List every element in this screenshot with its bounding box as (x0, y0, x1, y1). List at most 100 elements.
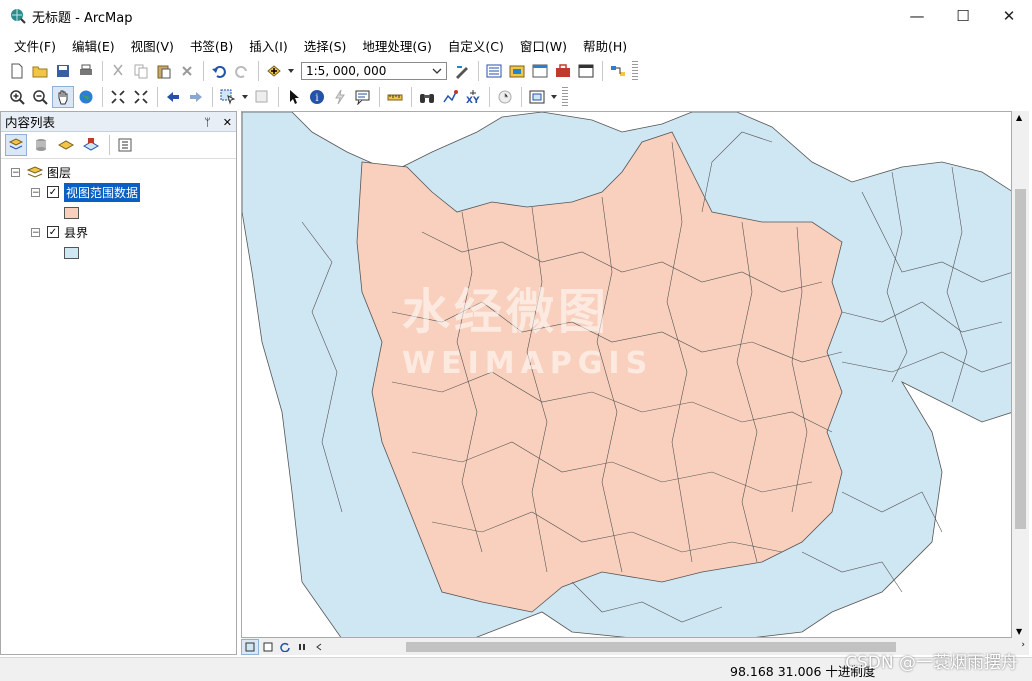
menu-view[interactable]: 视图(V) (123, 36, 182, 55)
toc-title: 内容列表 (5, 115, 56, 130)
toolbar-separator (478, 61, 479, 81)
back-arrow-icon[interactable] (162, 86, 184, 108)
paste-icon[interactable] (153, 60, 175, 82)
python-window-icon[interactable] (575, 60, 597, 82)
create-viewer-window-icon[interactable] (526, 86, 548, 108)
print-icon[interactable] (75, 60, 97, 82)
pin-icon[interactable]: ᛘ (204, 116, 211, 129)
fixed-zoom-in-icon[interactable] (107, 86, 129, 108)
menu-customize[interactable]: 自定义(C) (440, 36, 512, 55)
zoom-out-icon[interactable] (29, 86, 51, 108)
toolbar-grip[interactable] (562, 87, 568, 107)
menu-insert[interactable]: 插入(I) (241, 36, 295, 55)
maximize-button[interactable]: ☐ (940, 0, 986, 32)
collapse-icon[interactable]: − (11, 167, 20, 177)
menu-geoprocessing[interactable]: 地理处理(G) (354, 36, 439, 55)
layer-name-county[interactable]: 县界 (64, 224, 88, 241)
pause-drawing-icon[interactable] (294, 640, 310, 654)
svg-text:XY: XY (466, 96, 480, 105)
svg-text:i: i (315, 93, 318, 104)
list-by-source-icon[interactable] (30, 134, 52, 156)
open-folder-icon[interactable] (29, 60, 51, 82)
chevron-down-icon (432, 68, 442, 74)
select-features-icon[interactable] (217, 86, 239, 108)
search-window-icon[interactable] (529, 60, 551, 82)
refresh-icon[interactable] (277, 640, 293, 654)
scroll-right-icon[interactable]: › (1021, 640, 1025, 650)
full-extent-globe-icon[interactable] (75, 86, 97, 108)
measure-icon[interactable] (384, 86, 406, 108)
arcmap-globe-icon (11, 9, 26, 24)
save-icon[interactable] (52, 60, 74, 82)
time-slider-icon[interactable] (494, 86, 516, 108)
toolbar-separator (109, 135, 110, 155)
toc-header: 内容列表 ᛘ ✕ (1, 112, 236, 132)
cut-icon[interactable] (107, 60, 129, 82)
layer-row-county[interactable]: − ✓ 县界 (31, 223, 88, 241)
editor-toolbar-icon[interactable] (451, 60, 473, 82)
find-binoculars-icon[interactable] (416, 86, 438, 108)
csdn-watermark: CSDN @一蓑烟雨摆舟 (845, 653, 1018, 673)
new-document-icon[interactable] (6, 60, 28, 82)
model-builder-icon[interactable] (607, 60, 629, 82)
table-of-contents-icon[interactable] (483, 60, 505, 82)
select-dropdown-icon[interactable] (240, 86, 250, 108)
layer-row-extent[interactable]: − ✓ 视图范围数据 (31, 182, 141, 202)
delete-icon[interactable] (176, 60, 198, 82)
menu-selection[interactable]: 选择(S) (296, 36, 355, 55)
forward-arrow-icon[interactable] (185, 86, 207, 108)
list-by-drawing-order-icon[interactable] (5, 134, 27, 156)
redo-icon[interactable] (231, 60, 253, 82)
hyperlink-icon[interactable] (329, 86, 351, 108)
add-data-dropdown-icon[interactable] (286, 60, 296, 82)
menu-edit[interactable]: 编辑(E) (64, 36, 123, 55)
toolbar-separator (157, 87, 158, 107)
collapse-icon[interactable]: − (31, 187, 40, 197)
clear-selection-icon[interactable] (251, 86, 273, 108)
select-elements-arrow-icon[interactable] (283, 86, 305, 108)
standard-toolbar: 1:5, 000, 000 (0, 58, 1032, 84)
scroll-down-icon[interactable]: ▼ (1016, 627, 1022, 636)
html-popup-icon[interactable] (352, 86, 374, 108)
vertical-scrollbar[interactable]: ▲ ▼ (1012, 111, 1029, 638)
toolbar-separator (489, 87, 490, 107)
layers-root-row[interactable]: − 图层 (11, 163, 71, 181)
map-scale-value: 1:5, 000, 000 (306, 64, 387, 78)
vertical-scroll-thumb[interactable] (1015, 189, 1026, 529)
fixed-zoom-out-icon[interactable] (130, 86, 152, 108)
toolbar-separator (411, 87, 412, 107)
menu-file[interactable]: 文件(F) (6, 36, 64, 55)
viewer-dropdown-icon[interactable] (549, 86, 559, 108)
arctoolbox-icon[interactable] (552, 60, 574, 82)
menu-bookmarks[interactable]: 书签(B) (182, 36, 241, 55)
add-data-icon[interactable] (263, 60, 285, 82)
layer-visibility-checkbox[interactable]: ✓ (47, 226, 59, 238)
collapse-icon[interactable]: − (31, 227, 40, 237)
menu-windows[interactable]: 窗口(W) (512, 36, 575, 55)
identify-icon[interactable]: i (306, 86, 328, 108)
pan-hand-icon[interactable] (52, 86, 74, 108)
go-to-xy-icon[interactable]: XY (462, 86, 484, 108)
minimize-button[interactable]: — (894, 0, 940, 32)
map-view[interactable]: 水经微图 WEIMAPGIS (241, 111, 1012, 638)
map-scale-combobox[interactable]: 1:5, 000, 000 (301, 62, 447, 80)
zoom-in-icon[interactable] (6, 86, 28, 108)
list-by-selection-icon[interactable] (80, 134, 102, 156)
toc-close-icon[interactable]: ✕ (223, 116, 232, 129)
undo-icon[interactable] (208, 60, 230, 82)
scroll-up-icon[interactable]: ▲ (1016, 113, 1022, 122)
toc-options-icon[interactable] (114, 134, 136, 156)
menu-help[interactable]: 帮助(H) (575, 36, 635, 55)
find-route-icon[interactable] (439, 86, 461, 108)
layout-view-icon[interactable] (260, 640, 276, 654)
data-view-icon[interactable] (241, 638, 259, 655)
layer-name-extent[interactable]: 视图范围数据 (64, 182, 141, 202)
list-by-visibility-icon[interactable] (55, 134, 77, 156)
scroll-left-icon[interactable] (311, 640, 327, 654)
layer-visibility-checkbox[interactable]: ✓ (47, 186, 59, 198)
catalog-icon[interactable] (506, 60, 528, 82)
toolbar-grip[interactable] (632, 61, 638, 81)
horizontal-scroll-thumb[interactable] (406, 642, 896, 652)
close-button[interactable]: ✕ (986, 0, 1032, 32)
copy-icon[interactable] (130, 60, 152, 82)
